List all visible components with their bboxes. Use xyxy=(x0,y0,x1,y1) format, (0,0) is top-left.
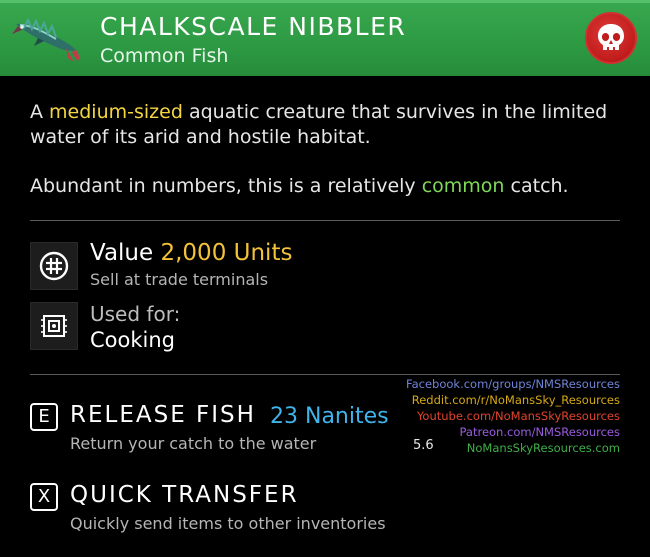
item-description: A medium-sized aquatic creature that sur… xyxy=(30,100,620,199)
credit-reddit: Reddit.com/r/NoMansSky_Resources xyxy=(411,393,620,407)
item-tooltip-card: CHALKSCALE NIBBLER Common Fish A medium-… xyxy=(0,0,650,557)
description-paragraph-1: A medium-sized aquatic creature that sur… xyxy=(30,101,608,148)
item-name: CHALKSCALE NIBBLER xyxy=(100,12,407,41)
section-divider xyxy=(30,220,620,221)
fish-icon xyxy=(12,17,80,62)
used-for-value: Cooking xyxy=(90,328,175,352)
used-for-label: Used for: xyxy=(90,302,181,326)
cooking-chip-icon xyxy=(41,315,67,337)
value-line: Value 2,000 Units xyxy=(90,240,292,266)
release-fish-action[interactable]: RELEASE FISH xyxy=(70,402,256,428)
item-category: Common Fish xyxy=(100,45,229,67)
transfer-key-hint[interactable]: X xyxy=(30,483,58,511)
rarity-highlight: common xyxy=(421,175,505,197)
release-fish-subtitle: Return your catch to the water xyxy=(70,434,317,453)
value-icon-tile xyxy=(30,242,78,290)
units-currency-icon xyxy=(39,251,69,281)
actions-divider xyxy=(30,374,620,375)
used-for-icon-tile xyxy=(30,302,78,350)
header-accent-line xyxy=(0,0,650,3)
description-paragraph-2: Abundant in numbers, this is a relativel… xyxy=(30,175,569,197)
skull-icon xyxy=(598,24,624,50)
value-label: Value xyxy=(90,240,154,266)
skull-badge xyxy=(585,12,637,64)
release-key-hint[interactable]: E xyxy=(30,403,58,431)
value-amount: 2,000 Units xyxy=(160,240,293,266)
item-header: CHALKSCALE NIBBLER Common Fish xyxy=(0,0,650,76)
credit-youtube: Youtube.com/NoMansSkyResources xyxy=(416,409,620,423)
credit-facebook: Facebook.com/groups/NMSResources xyxy=(406,377,620,391)
quick-transfer-subtitle: Quickly send items to other inventories xyxy=(70,514,386,533)
release-cost: 23 Nanites xyxy=(270,404,389,429)
value-subtitle: Sell at trade terminals xyxy=(90,270,269,289)
quick-transfer-action[interactable]: QUICK TRANSFER xyxy=(70,482,299,508)
size-highlight: medium-sized xyxy=(49,101,183,123)
game-version: 5.6 xyxy=(413,438,434,453)
